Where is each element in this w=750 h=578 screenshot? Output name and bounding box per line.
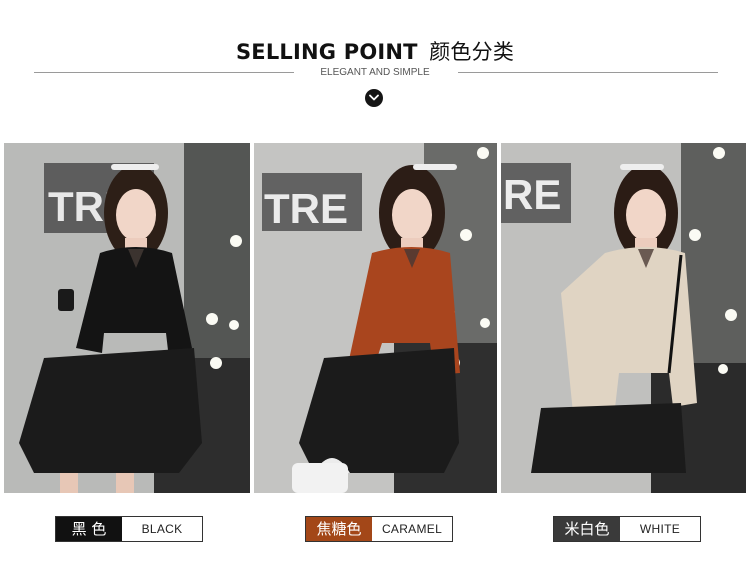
color-option-white[interactable]: 米白色 WHITE: [553, 516, 701, 542]
title-chinese: 颜色分类: [429, 40, 515, 64]
product-photo-black[interactable]: TRE: [4, 143, 250, 493]
color-name-en: WHITE: [639, 522, 681, 536]
color-name-cn: 米白色: [554, 517, 620, 541]
product-photo-caramel[interactable]: TRE: [254, 143, 497, 493]
sign-text: RE: [503, 171, 561, 218]
product-photo-white[interactable]: RE: [501, 143, 746, 493]
color-name-en: CARAMEL: [381, 522, 443, 536]
color-option-black[interactable]: 黑 色 BLACK: [55, 516, 203, 542]
section-subtitle: ELEGANT AND SIMPLE: [320, 67, 430, 78]
color-name-cn: 黑 色: [56, 517, 122, 541]
chevron-down-icon[interactable]: [365, 89, 383, 107]
title-english: SELLING POINT: [235, 40, 418, 64]
color-name-en: BLACK: [141, 522, 183, 536]
color-name-cn: 焦糖色: [306, 517, 372, 541]
section-title: SELLING POINT 颜色分类: [0, 36, 750, 66]
color-option-caramel[interactable]: 焦糖色 CARAMEL: [305, 516, 453, 542]
sign-text: TRE: [264, 185, 348, 232]
